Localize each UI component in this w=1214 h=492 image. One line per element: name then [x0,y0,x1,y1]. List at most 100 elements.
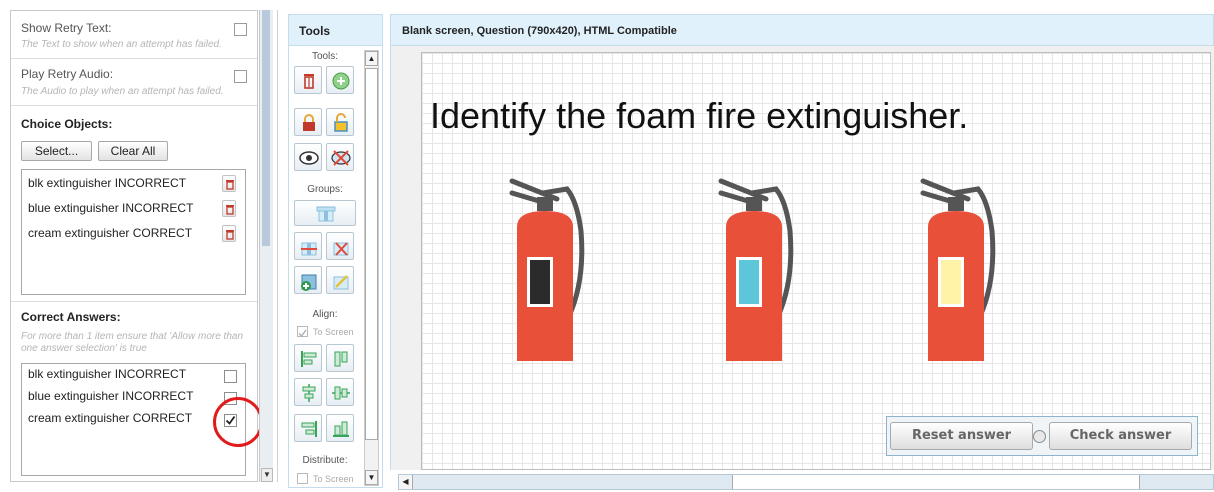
trash-icon [226,205,234,215]
tools-scrollbar[interactable]: ▲ ▼ [364,50,379,486]
choice-objects-title: Choice Objects: [21,117,113,131]
list-item[interactable]: cream extinguisher CORRECT [28,226,192,240]
delete-tool-button[interactable] [294,66,322,94]
check-answer-button[interactable]: Check answer [1049,422,1192,450]
edit-group-icon [333,275,349,290]
trash-icon [226,230,234,240]
extinguisher-label-panel [739,260,759,304]
hide-icon [331,150,351,166]
add-tool-button[interactable] [326,66,354,94]
check-icon [298,329,307,337]
align-middle-button[interactable] [326,378,354,406]
align-left-button[interactable] [294,344,322,372]
lock-tool-button[interactable] [294,108,322,136]
unlock-icon [334,113,348,132]
align-right-icon [301,421,317,437]
lock-icon [303,114,315,131]
align-center-button[interactable] [294,378,322,406]
clear-all-button[interactable]: Clear All [98,141,168,161]
tools-label: Tools: [311,51,339,62]
fire-extinguisher-icon [718,178,794,361]
extinguisher-label-panel [941,260,961,304]
scrollbar-thumb[interactable] [262,10,270,246]
question-text[interactable]: Identify the foam fire extinguisher. [430,95,968,137]
list-item[interactable]: blk extinguisher INCORRECT [28,367,186,381]
list-item[interactable]: blue extinguisher INCORRECT [28,389,193,403]
add-to-group-button[interactable] [294,266,322,294]
tools-panel: Tools Tools: Groups: Align: To Screen Di… [288,14,383,488]
blue-extinguisher[interactable] [716,171,816,361]
hide-tool-button[interactable] [326,143,354,171]
group-tool-button[interactable] [294,200,356,226]
align-bottom-button[interactable] [326,414,354,442]
ungroup-tool-button[interactable] [294,232,322,260]
align-left-icon [301,351,317,367]
add-to-group-icon [301,274,317,291]
select-button[interactable]: Select... [21,141,92,161]
correct-answers-title: Correct Answers: [21,310,121,324]
align-bottom-icon [333,421,349,437]
list-item[interactable]: blue extinguisher INCORRECT [28,201,193,215]
align-middle-icon [332,386,350,400]
list-item[interactable]: cream extinguisher CORRECT [28,411,192,425]
stage-title: Blank screen, Question (790x420), HTML C… [390,14,1214,46]
divider [277,10,278,482]
show-retry-text-row: Show Retry Text: The Text to show when a… [11,17,257,57]
group-icon [316,206,336,222]
fire-extinguisher-icon [509,178,585,361]
scrollbar-thumb[interactable] [732,475,1140,489]
show-retry-text-label: Show Retry Text: [21,21,112,35]
delete-choice-button[interactable] [222,200,236,217]
remove-from-group-icon [333,242,349,256]
align-to-screen-label: To Screen [313,327,354,337]
show-retry-text-checkbox[interactable] [234,23,247,36]
choice-objects-list[interactable]: blk extinguisher INCORRECT blue extingui… [21,169,246,295]
divider [11,58,257,59]
scroll-up-arrow[interactable]: ▲ [365,51,378,66]
divider [11,301,257,302]
show-retry-text-hint: The Text to show when an attempt has fai… [21,39,222,50]
distribute-label: Distribute: [302,455,348,466]
correct-answers-hint: For more than 1 item ensure that 'Allow … [21,331,244,354]
scroll-down-arrow[interactable]: ▼ [261,468,273,482]
trash-icon [304,74,314,89]
scroll-left-arrow[interactable]: ◀ [399,475,413,489]
answer-controls: Reset answer Check answer [886,416,1198,456]
play-retry-audio-checkbox[interactable] [234,70,247,83]
unlock-tool-button[interactable] [326,108,354,136]
radio-indicator [1033,430,1046,443]
blk-extinguisher[interactable] [507,171,607,361]
panel-scrollbar[interactable]: ▼ [259,10,273,482]
show-tool-button[interactable] [294,143,322,171]
distribute-to-screen-checkbox[interactable] [297,473,308,484]
add-icon [332,72,350,90]
stage-panel: Blank screen, Question (790x420), HTML C… [390,14,1214,492]
delete-choice-button[interactable] [222,225,236,242]
divider [11,105,257,106]
eye-icon [299,151,319,165]
extinguisher-label-panel [530,260,550,304]
list-item[interactable]: blk extinguisher INCORRECT [28,176,186,190]
highlight-circle-annotation [213,397,263,447]
align-right-button[interactable] [294,414,322,442]
remove-from-group-button[interactable] [326,232,354,260]
question-canvas[interactable]: Identify the foam fire extinguisher. Res… [421,52,1211,470]
edit-group-button[interactable] [326,266,354,294]
ungroup-icon [301,242,317,256]
align-top-button[interactable] [326,344,354,372]
delete-choice-button[interactable] [222,175,236,192]
align-center-icon [302,384,316,402]
cream-extinguisher[interactable] [918,171,1018,361]
scrollbar-thumb[interactable] [365,68,378,440]
fire-extinguisher-icon [920,178,996,361]
reset-answer-button[interactable]: Reset answer [890,422,1033,450]
stage-horizontal-scrollbar[interactable]: ◀ [398,474,1214,490]
play-retry-audio-hint: The Audio to play when an attempt has fa… [21,86,224,97]
tools-body: Tools: Groups: Align: To Screen Distribu… [288,46,383,488]
groups-label: Groups: [307,184,343,195]
scroll-down-arrow[interactable]: ▼ [365,470,378,485]
correct-answer-checkbox[interactable] [224,370,237,383]
trash-icon [226,180,234,190]
play-retry-audio-label: Play Retry Audio: [21,67,114,81]
align-to-screen-checkbox[interactable] [297,326,308,337]
